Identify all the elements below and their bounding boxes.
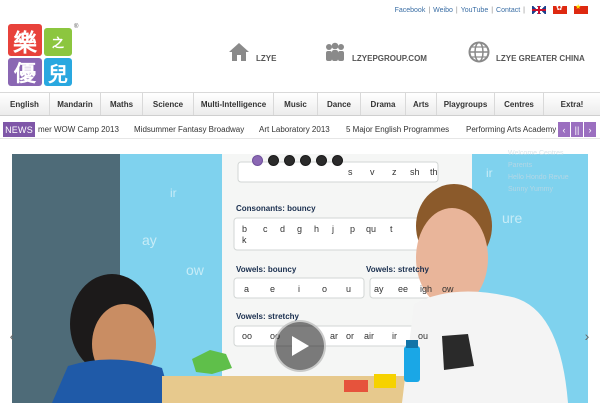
cn-flag-icon[interactable] — [574, 3, 588, 14]
slide-dot[interactable] — [332, 155, 343, 166]
slide-dots — [252, 155, 343, 166]
nav-dance[interactable]: Dance — [318, 93, 361, 115]
news-ticker: NEWS mer WOW Camp 2013 Midsummer Fantasy… — [0, 120, 600, 139]
facebook-link[interactable]: Facebook — [395, 7, 426, 14]
ghost-menu-item: Welcome Centres — [508, 150, 564, 157]
nav-music[interactable]: Music — [274, 93, 318, 115]
nav-mandarin[interactable]: Mandarin — [50, 93, 101, 115]
ghost-menu-item: Hello Hondo Revue — [508, 174, 569, 181]
nav-extra[interactable]: Extra! — [544, 93, 600, 115]
nav-playgroups[interactable]: Playgroups — [437, 93, 495, 115]
logo-tile-2: 之 — [44, 28, 72, 56]
page: Facebook | Weibo | YouTube | Contact | 樂… — [0, 0, 600, 403]
nav-arts[interactable]: Arts — [406, 93, 437, 115]
main-nav: English Mandarin Maths Science Multi-Int… — [0, 92, 600, 116]
utility-bar: Facebook | Weibo | YouTube | Contact | — [395, 3, 588, 16]
ghost-menu: Welcome Centres Parents Hello Hondo Revu… — [508, 148, 569, 196]
nav-drama[interactable]: Drama — [361, 93, 406, 115]
slide-dot[interactable] — [252, 155, 263, 166]
news-next-button[interactable]: › — [584, 122, 596, 137]
weibo-link[interactable]: Weibo — [433, 7, 453, 14]
separator: | — [523, 6, 525, 14]
lzyepgroup-label: LZYEPGROUP.COM — [352, 54, 427, 63]
separator: | — [428, 6, 431, 14]
nav-science[interactable]: Science — [143, 93, 194, 115]
lzye-label: LZYE — [256, 54, 277, 63]
lzyepgroup-link[interactable]: LZYEPGROUP.COM — [324, 40, 427, 63]
nav-english[interactable]: English — [0, 93, 50, 115]
news-label: NEWS — [3, 122, 35, 137]
logo-tile-4: 兒 — [44, 58, 72, 86]
house-icon — [229, 42, 249, 61]
slide-dot[interactable] — [268, 155, 279, 166]
uk-flag-icon[interactable] — [532, 6, 546, 14]
contact-link[interactable]: Contact — [496, 7, 520, 14]
news-item[interactable]: 5 Major English Programmes — [346, 125, 449, 134]
hk-flag-icon[interactable] — [553, 3, 567, 14]
ghost-menu-item: Parents — [508, 162, 533, 169]
news-track: mer WOW Camp 2013 Midsummer Fantasy Broa… — [38, 120, 556, 139]
news-item[interactable]: mer WOW Camp 2013 — [38, 125, 119, 134]
play-icon — [292, 336, 309, 356]
hero-next-arrow[interactable]: › — [582, 326, 592, 346]
news-item[interactable]: Performing Arts Academy — [466, 125, 556, 134]
nav-centres[interactable]: Centres — [495, 93, 544, 115]
hero-prev-arrow[interactable]: ‹ — [7, 326, 17, 346]
globe-icon — [468, 41, 490, 62]
ghost-menu-item: Sunny Yummy — [508, 186, 554, 193]
lzye-link[interactable]: LZYE — [228, 40, 276, 63]
logo-tile-1: 樂 — [8, 24, 42, 57]
play-button[interactable] — [274, 320, 326, 372]
slide-dot[interactable] — [300, 155, 311, 166]
greater-china-label: LZYE GREATER CHINA — [496, 54, 585, 63]
news-pause-button[interactable]: || — [571, 122, 583, 137]
news-item[interactable]: Midsummer Fantasy Broadway — [134, 125, 244, 134]
logo-tile-3: 優 — [8, 58, 42, 87]
people-icon — [326, 42, 344, 61]
greater-china-link[interactable]: LZYE GREATER CHINA — [468, 40, 585, 63]
separator: | — [491, 6, 494, 14]
news-prev-button[interactable]: ‹ — [558, 122, 570, 137]
separator: | — [455, 6, 458, 14]
slide-dot[interactable] — [316, 155, 327, 166]
registered-mark: ® — [74, 24, 79, 30]
youtube-link[interactable]: YouTube — [461, 7, 489, 14]
nav-maths[interactable]: Maths — [101, 93, 143, 115]
news-item[interactable]: Art Laboratory 2013 — [259, 125, 330, 134]
nav-multi-intelligence[interactable]: Multi-Intelligence — [194, 93, 274, 115]
slide-dot[interactable] — [284, 155, 295, 166]
site-logo[interactable]: 樂 之 優 兒 — [8, 24, 74, 87]
